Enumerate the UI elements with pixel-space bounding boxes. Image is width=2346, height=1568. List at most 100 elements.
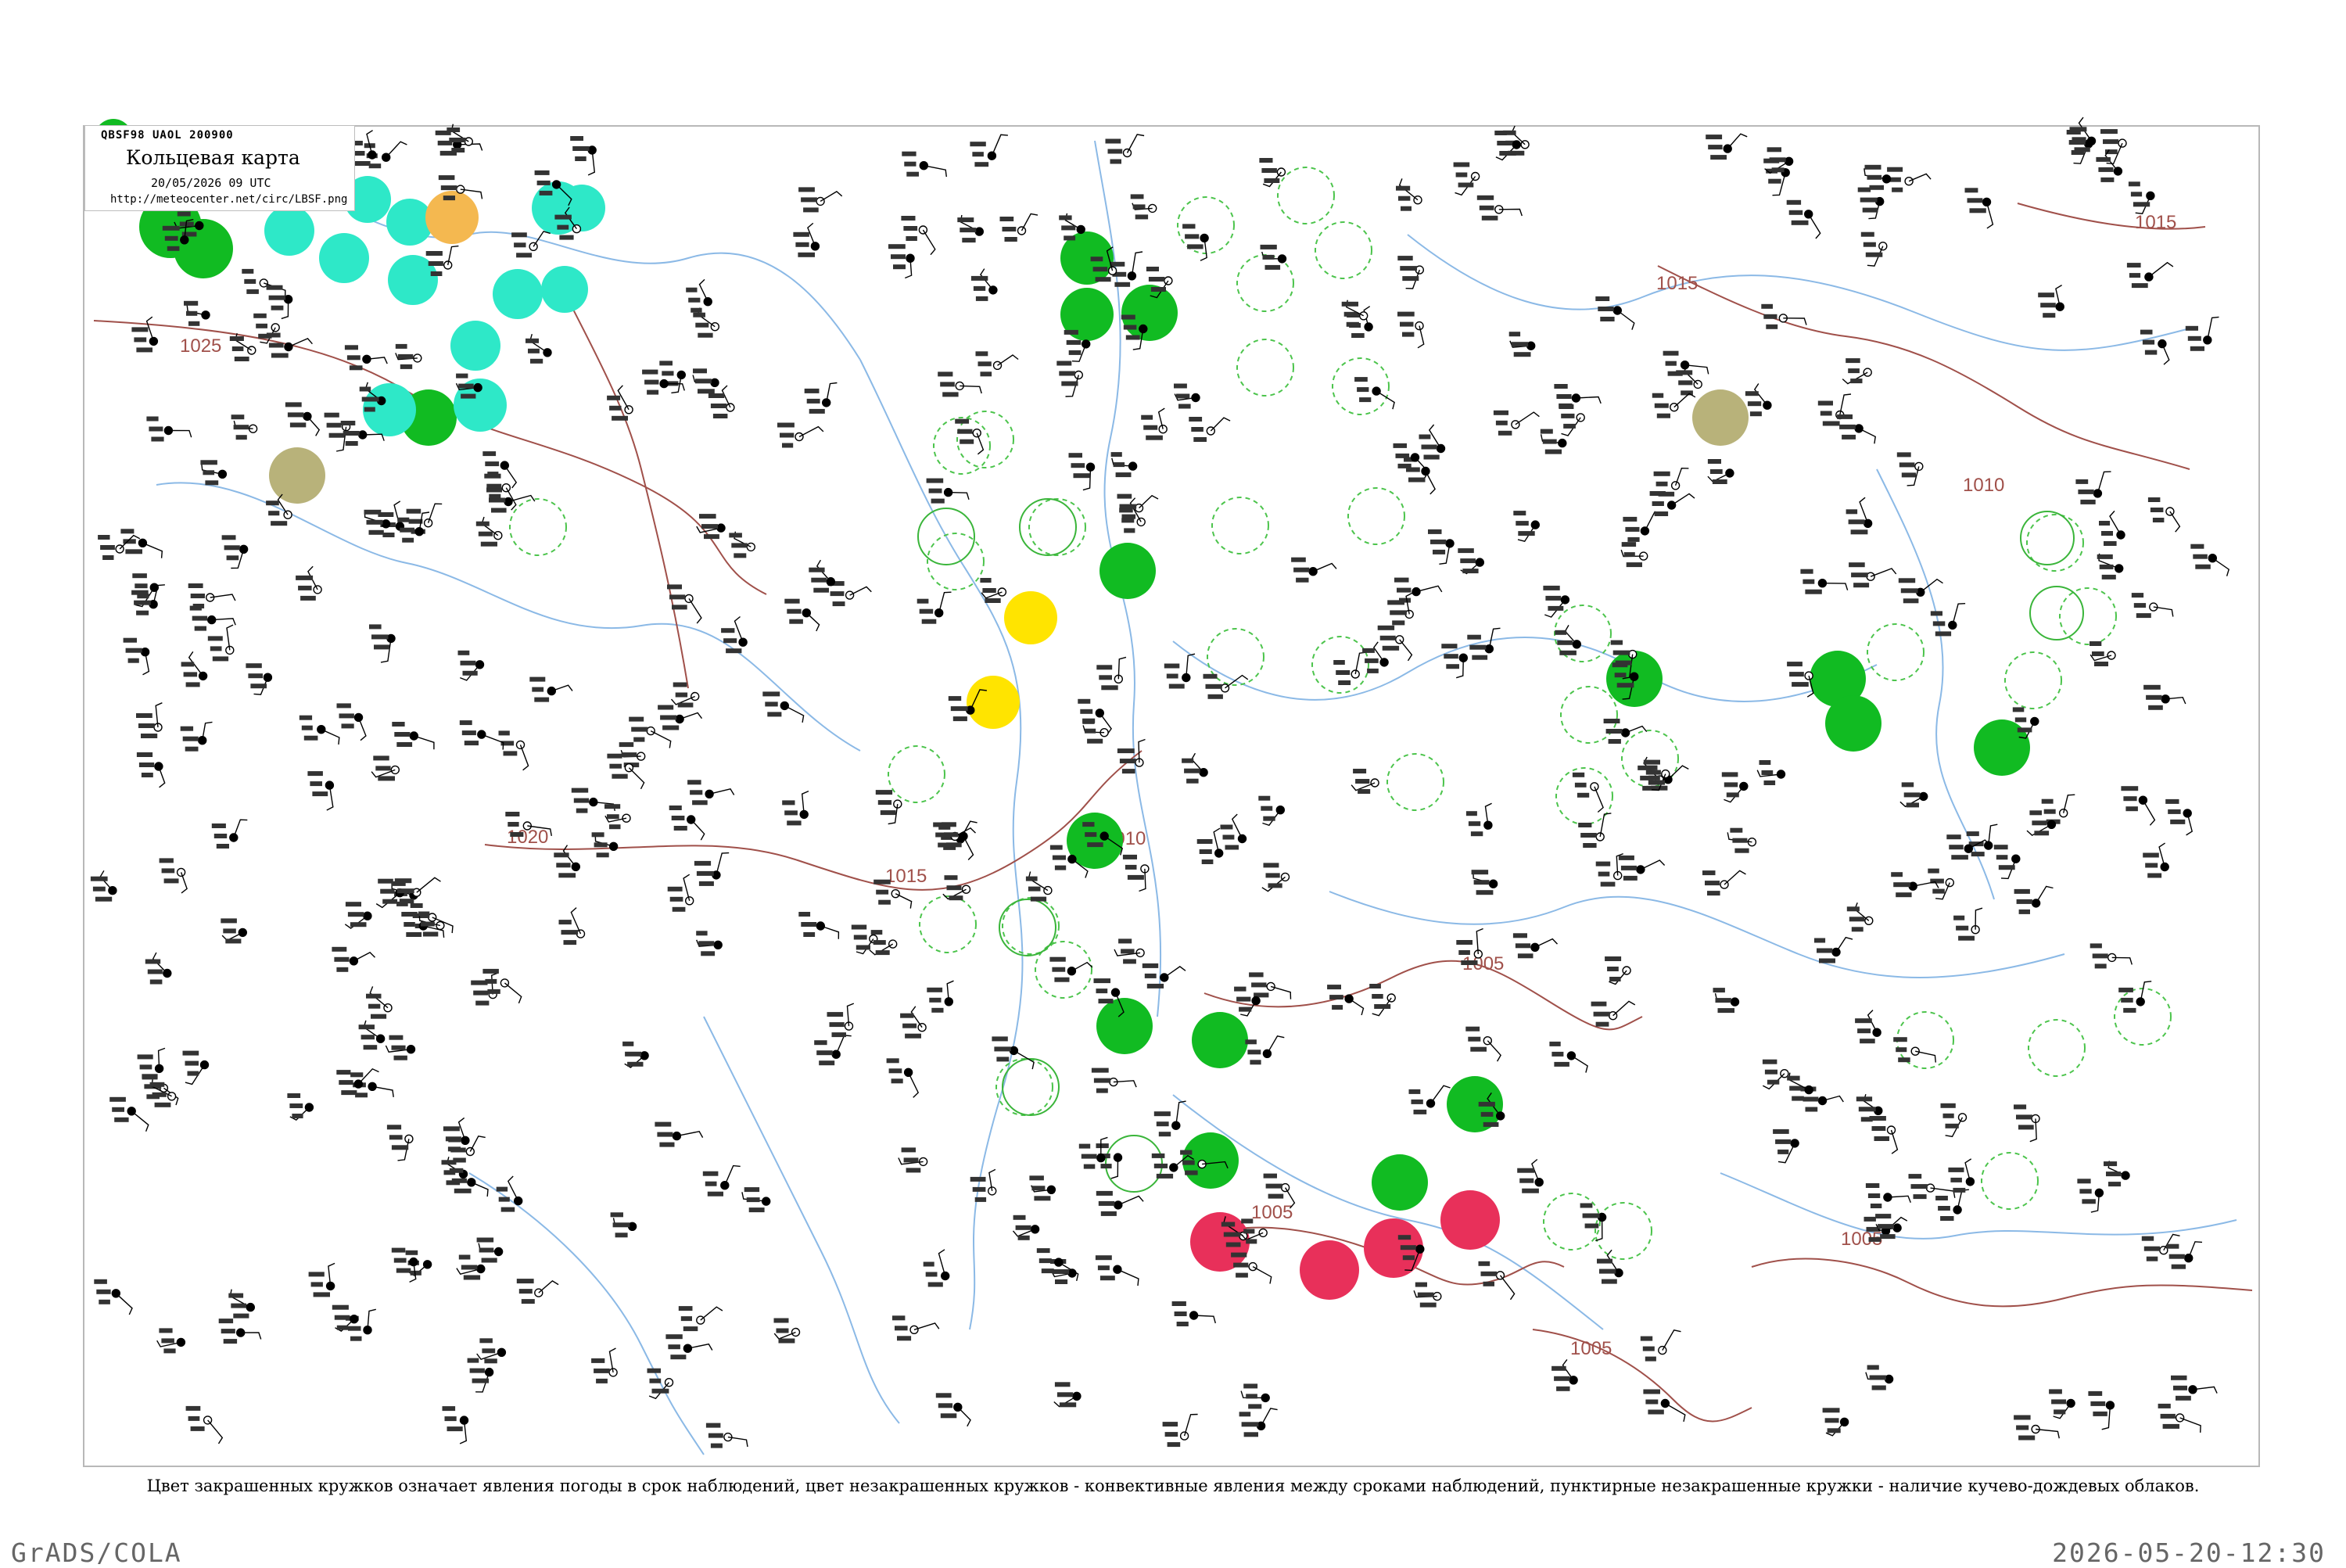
station-symbol[interactable] — [1822, 1408, 1849, 1437]
station-symbol[interactable] — [1428, 529, 1455, 565]
station-symbol[interactable] — [1773, 1128, 1799, 1164]
station-symbol[interactable] — [475, 516, 503, 547]
thunderstorm-circle[interactable] — [1440, 1190, 1500, 1250]
station-symbol[interactable] — [975, 351, 1019, 377]
cb-cloud-circle[interactable] — [1560, 686, 1618, 744]
station-symbol[interactable] — [1025, 871, 1053, 902]
rain-circle[interactable] — [1372, 1154, 1428, 1211]
station-symbol[interactable] — [410, 903, 454, 934]
station-symbol[interactable] — [827, 1003, 855, 1038]
station-symbol[interactable] — [655, 1121, 704, 1147]
station-symbol[interactable] — [917, 591, 952, 624]
station-symbol[interactable] — [2166, 1241, 2203, 1269]
station-symbol[interactable] — [266, 285, 293, 320]
station-symbol[interactable] — [1110, 452, 1138, 478]
station-symbol[interactable] — [629, 716, 672, 748]
station-symbol[interactable] — [296, 565, 322, 601]
cb-cloud-circle[interactable] — [2028, 1019, 2086, 1077]
station-symbol[interactable] — [2090, 641, 2116, 666]
station-symbol[interactable] — [1623, 511, 1663, 542]
station-symbol[interactable] — [1837, 414, 1876, 444]
station-symbol[interactable] — [892, 1315, 940, 1341]
station-symbol[interactable] — [1846, 902, 1874, 932]
station-symbol[interactable] — [2165, 798, 2194, 836]
station-symbol[interactable] — [1865, 1365, 1894, 1390]
station-symbol[interactable] — [2097, 553, 2124, 579]
station-symbol[interactable] — [591, 832, 619, 858]
station-symbol[interactable] — [1578, 813, 1612, 848]
station-symbol[interactable] — [2126, 261, 2174, 289]
station-symbol[interactable] — [386, 1125, 414, 1161]
station-symbol[interactable] — [1351, 769, 1379, 794]
station-symbol[interactable] — [2118, 981, 2152, 1013]
station-symbol[interactable] — [442, 1406, 469, 1444]
station-symbol[interactable] — [1012, 1215, 1040, 1240]
station-symbol[interactable] — [669, 806, 705, 841]
station-symbol[interactable] — [308, 1262, 335, 1297]
station-symbol[interactable] — [394, 877, 441, 904]
station-symbol[interactable] — [1171, 1301, 1216, 1326]
station-symbol[interactable] — [200, 460, 228, 486]
station-symbol[interactable] — [1964, 188, 1994, 229]
station-symbol[interactable] — [156, 1328, 186, 1354]
station-symbol[interactable] — [591, 1347, 618, 1383]
station-symbol[interactable] — [1397, 311, 1425, 349]
shower-circle[interactable] — [319, 233, 369, 283]
station-symbol[interactable] — [1141, 407, 1168, 440]
station-symbol[interactable] — [476, 1338, 507, 1364]
station-symbol[interactable] — [1891, 872, 1939, 898]
station-symbol[interactable] — [1441, 644, 1469, 679]
station-symbol[interactable] — [1182, 752, 1208, 784]
station-symbol[interactable] — [1618, 855, 1666, 881]
station-symbol[interactable] — [1706, 133, 1748, 160]
station-symbol[interactable] — [1842, 358, 1872, 385]
station-symbol[interactable] — [137, 1047, 166, 1080]
station-symbol[interactable] — [1993, 845, 2021, 880]
station-symbol[interactable] — [2014, 885, 2054, 914]
station-symbol[interactable] — [1234, 986, 1261, 1017]
station-symbol[interactable] — [246, 663, 273, 695]
station-symbol[interactable] — [607, 385, 633, 421]
station-symbol[interactable] — [1260, 244, 1287, 270]
station-symbol[interactable] — [2014, 1415, 2060, 1441]
station-symbol[interactable] — [1620, 542, 1648, 568]
station-symbol[interactable] — [2147, 497, 2181, 533]
station-symbol[interactable] — [1787, 1072, 1813, 1101]
station-symbol[interactable] — [2185, 316, 2219, 351]
station-symbol[interactable] — [1898, 578, 1943, 604]
rain-circle[interactable] — [1096, 998, 1153, 1054]
station-symbol[interactable] — [188, 583, 236, 608]
station-symbol[interactable] — [1899, 782, 1928, 808]
station-symbol[interactable] — [2171, 1375, 2218, 1401]
convective-ring[interactable] — [2020, 511, 2075, 565]
cb-cloud-circle[interactable] — [1211, 497, 1269, 554]
station-symbol[interactable] — [231, 414, 258, 440]
station-symbol[interactable] — [970, 1168, 997, 1202]
station-symbol[interactable] — [1029, 1175, 1056, 1201]
station-symbol[interactable] — [571, 788, 615, 813]
station-symbol[interactable] — [1580, 1203, 1607, 1242]
station-symbol[interactable] — [443, 1117, 470, 1152]
station-symbol[interactable] — [2099, 510, 2125, 546]
station-symbol[interactable] — [1800, 569, 1849, 594]
station-symbol[interactable] — [851, 924, 878, 955]
station-symbol[interactable] — [1419, 424, 1446, 460]
station-symbol[interactable] — [182, 1050, 210, 1085]
station-symbol[interactable] — [109, 1096, 149, 1132]
station-symbol[interactable] — [1096, 656, 1127, 691]
station-symbol[interactable] — [2088, 1390, 2115, 1430]
cb-cloud-circle[interactable] — [509, 498, 567, 556]
station-symbol[interactable] — [526, 334, 552, 364]
cb-cloud-circle[interactable] — [1386, 753, 1444, 811]
station-symbol[interactable] — [702, 1164, 741, 1197]
station-symbol[interactable] — [570, 136, 597, 176]
station-symbol[interactable] — [1174, 383, 1200, 409]
legend-url[interactable]: http://meteocenter.net/circ/LBSF.png — [110, 193, 347, 206]
cb-cloud-circle[interactable] — [919, 895, 977, 953]
station-symbol[interactable] — [935, 1393, 971, 1427]
station-symbol[interactable] — [804, 382, 838, 414]
station-symbol[interactable] — [1846, 497, 1873, 535]
station-symbol[interactable] — [2104, 1161, 2130, 1187]
station-symbol[interactable] — [2158, 1403, 2201, 1433]
cb-cloud-circle[interactable] — [1332, 357, 1390, 415]
